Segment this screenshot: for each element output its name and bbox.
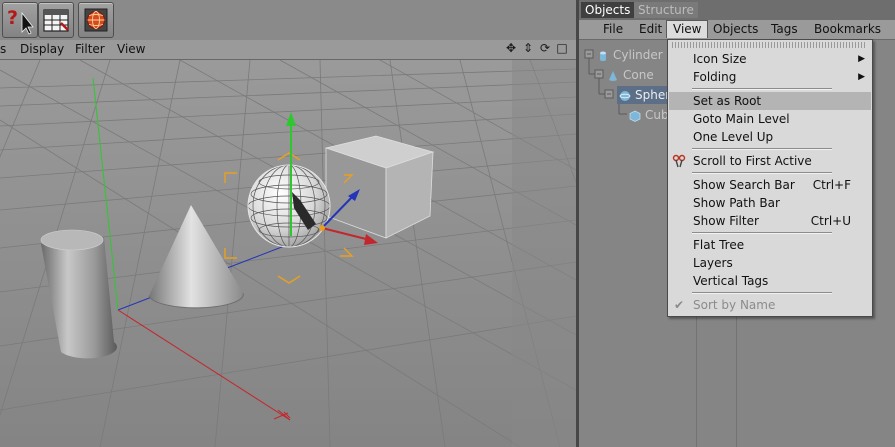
menu-objects[interactable]: Objects: [707, 21, 764, 38]
menu-item-goto-main-level[interactable]: Goto Main Level: [669, 110, 871, 128]
cube-icon: [629, 110, 641, 122]
menu-edit[interactable]: Edit: [633, 21, 668, 38]
menu-item-icon-size[interactable]: Icon Size ▶: [669, 50, 871, 68]
viewport-menu-display[interactable]: Display: [20, 42, 64, 56]
cylinder-icon: [600, 51, 606, 61]
viewport-menu-cameras[interactable]: s: [0, 42, 6, 56]
menu-tags[interactable]: Tags: [765, 21, 804, 38]
tear-off-grip[interactable]: [672, 42, 866, 48]
help-cursor-icon: ?: [7, 7, 34, 35]
menu-separator: [692, 88, 832, 90]
menu-item-show-search-bar[interactable]: Show Search Bar Ctrl+F: [669, 176, 871, 194]
rotate-view-icon[interactable]: ⟳: [538, 41, 552, 56]
cone-icon: [609, 70, 617, 81]
object-manager-menubar: File Edit View Objects Tags Bookmarks: [579, 20, 895, 40]
submenu-arrow-icon: ▶: [858, 54, 865, 64]
menu-item-layers[interactable]: Layers: [669, 254, 871, 272]
manager-tabs: Objects Structure: [579, 0, 895, 20]
scroll-to-active-icon: [672, 154, 686, 168]
submenu-arrow-icon: ▶: [858, 72, 865, 82]
render-settings-button[interactable]: [38, 2, 74, 38]
render-view-icon: [84, 8, 108, 32]
menu-item-show-filter[interactable]: Show Filter Ctrl+U: [669, 212, 871, 230]
menu-item-show-path-bar[interactable]: Show Path Bar: [669, 194, 871, 212]
sphere-icon: [619, 90, 631, 101]
tree-item-cone[interactable]: Cone: [607, 66, 654, 84]
render-settings-icon: [43, 9, 69, 32]
menu-bookmarks[interactable]: Bookmarks: [808, 21, 887, 38]
tree-item-cylinder[interactable]: Cylinder: [597, 46, 663, 64]
move-view-icon[interactable]: ✥: [504, 41, 518, 56]
menu-separator: [692, 292, 832, 294]
viewport-scene: [0, 60, 576, 447]
help-cursor-button[interactable]: ?: [2, 2, 38, 38]
shortcut-label: Ctrl+F: [812, 178, 851, 192]
menu-separator: [692, 172, 832, 174]
menu-item-flat-tree[interactable]: Flat Tree: [669, 236, 871, 254]
menu-item-folding[interactable]: Folding ▶: [669, 68, 871, 86]
menu-view[interactable]: View: [666, 20, 709, 38]
menu-separator: [692, 232, 832, 234]
render-view-button[interactable]: [78, 2, 114, 38]
menu-item-one-level-up[interactable]: One Level Up: [669, 128, 871, 146]
tree-item-label: Cub: [645, 108, 669, 122]
maximize-view-icon[interactable]: □: [555, 41, 569, 56]
tab-objects[interactable]: Objects: [581, 2, 635, 18]
menu-item-vertical-tags[interactable]: Vertical Tags: [669, 272, 871, 290]
menu-separator: [692, 148, 832, 150]
svg-text:?: ?: [7, 7, 18, 29]
shortcut-label: Ctrl+U: [810, 214, 851, 228]
viewport-menubar: s Display Filter View ✥ ⇕ ⟳ □: [0, 40, 576, 60]
main-toolbar: ?: [0, 0, 576, 41]
tree-item-label: Cylinder: [613, 48, 663, 62]
menu-file[interactable]: File: [597, 21, 629, 38]
sphere-object[interactable]: [247, 164, 331, 248]
tree-item-label: Spher: [635, 88, 671, 102]
zoom-view-icon[interactable]: ⇕: [521, 41, 535, 56]
menu-item-sort-by-name: ✔ Sort by Name: [673, 298, 776, 312]
tree-item-label: Cone: [623, 68, 654, 82]
viewport-menu-view[interactable]: View: [117, 42, 145, 56]
viewport-menu-filter[interactable]: Filter: [75, 42, 105, 56]
tab-structure[interactable]: Structure: [634, 2, 698, 18]
checkmark-icon: ✔: [673, 298, 685, 312]
tree-item-cube[interactable]: Cub: [629, 106, 669, 124]
menu-item-set-as-root[interactable]: Set as Root: [669, 92, 871, 110]
menu-item-scroll-to-first-active[interactable]: Scroll to First Active: [669, 152, 871, 170]
view-menu-dropdown: Icon Size ▶ Folding ▶ Set as Root Goto M…: [667, 39, 873, 317]
3d-viewport[interactable]: [0, 60, 576, 447]
